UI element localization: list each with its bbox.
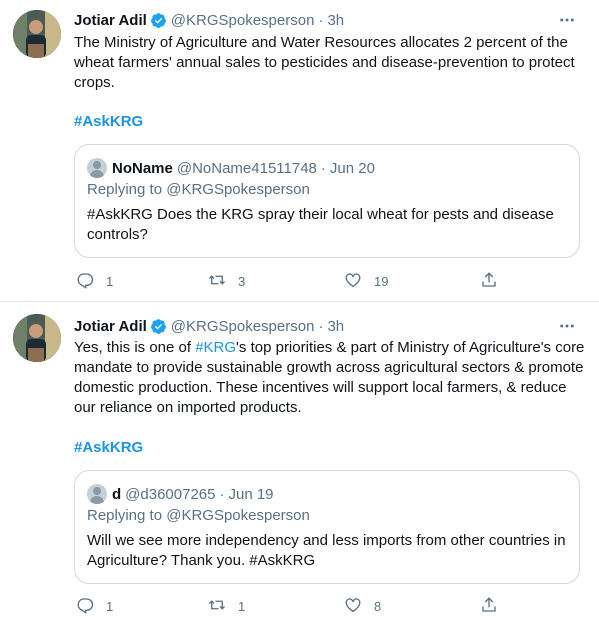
author-name[interactable]: Jotiar Adil xyxy=(74,318,147,335)
quoted-author-name: NoName xyxy=(112,159,173,177)
tweet-text: The Ministry of Agriculture and Water Re… xyxy=(74,34,575,91)
tweet-actions: 1 3 19 xyxy=(74,270,514,292)
quoted-author-handle: @d36007265 xyxy=(125,485,216,503)
verified-badge-icon xyxy=(150,318,167,335)
separator: · xyxy=(219,485,225,503)
quoted-author-handle: @NoName41511748 xyxy=(176,159,317,177)
separator: · xyxy=(318,317,324,335)
replying-to: Replying to @KRGSpokesperson xyxy=(87,181,310,198)
avatar[interactable] xyxy=(13,10,61,58)
retweet-icon xyxy=(208,596,226,617)
author-handle[interactable]: @KRGSpokesperson xyxy=(171,12,315,29)
like-button[interactable]: 19 xyxy=(344,270,388,292)
tweet-text-start: Yes, this is one of xyxy=(74,339,196,356)
retweet-icon xyxy=(208,271,226,292)
separator: · xyxy=(318,11,324,29)
like-count: 8 xyxy=(374,598,382,614)
retweet-button[interactable]: 3 xyxy=(208,270,245,292)
reply-button[interactable]: 1 xyxy=(76,270,113,292)
hashtag-link[interactable]: #AskKRG xyxy=(74,113,143,130)
share-button[interactable] xyxy=(480,595,498,617)
tweet[interactable]: Jotiar Adil @KRGSpokesperson · 3h The Mi… xyxy=(0,0,599,301)
quoted-tweet[interactable]: d @d36007265 · Jun 19 Replying to @KRGSp… xyxy=(74,470,580,584)
more-options-icon[interactable] xyxy=(555,9,579,31)
like-button[interactable]: 8 xyxy=(344,595,381,617)
reply-count: 1 xyxy=(106,273,114,289)
quoted-text: #AskKRG Does the KRG spray their local w… xyxy=(87,206,554,243)
like-count: 19 xyxy=(374,273,389,289)
hashtag-link[interactable]: #AskKRG xyxy=(74,439,143,456)
heart-icon xyxy=(344,271,362,292)
quoted-author-name: d xyxy=(112,485,122,503)
share-button[interactable] xyxy=(480,270,498,292)
replying-to: Replying to @KRGSpokesperson xyxy=(87,507,310,524)
retweet-button[interactable]: 1 xyxy=(208,595,245,617)
author-name[interactable]: Jotiar Adil xyxy=(74,12,147,29)
timestamp[interactable]: 3h xyxy=(327,318,344,335)
quoted-avatar xyxy=(87,158,107,178)
retweet-count: 3 xyxy=(238,273,246,289)
reply-count: 1 xyxy=(106,598,114,614)
retweet-count: 1 xyxy=(238,598,246,614)
avatar[interactable] xyxy=(13,314,61,362)
reply-icon xyxy=(76,271,94,292)
share-icon xyxy=(480,596,498,617)
tweet[interactable]: Jotiar Adil @KRGSpokesperson · 3h Yes, t… xyxy=(0,302,599,626)
verified-badge-icon xyxy=(150,12,167,29)
quoted-tweet[interactable]: NoName @NoName41511748 · Jun 20 Replying… xyxy=(74,144,580,258)
timestamp[interactable]: 3h xyxy=(327,12,344,29)
heart-icon xyxy=(344,596,362,617)
quoted-date: Jun 19 xyxy=(228,485,274,503)
quoted-date: Jun 20 xyxy=(329,159,375,177)
separator: · xyxy=(320,159,326,177)
reply-button[interactable]: 1 xyxy=(76,595,113,617)
tweet-text: Yes, this is one of #KRG's top prioritie… xyxy=(74,338,585,418)
share-icon xyxy=(480,271,498,292)
more-options-icon[interactable] xyxy=(555,315,579,337)
quoted-avatar xyxy=(87,484,107,504)
tweet-actions: 1 1 8 xyxy=(74,595,514,617)
author-handle[interactable]: @KRGSpokesperson xyxy=(171,318,315,335)
hashtag-link[interactable]: #KRG xyxy=(195,339,236,356)
quoted-text: Will we see more independency and less i… xyxy=(87,532,566,569)
reply-icon xyxy=(76,596,94,617)
